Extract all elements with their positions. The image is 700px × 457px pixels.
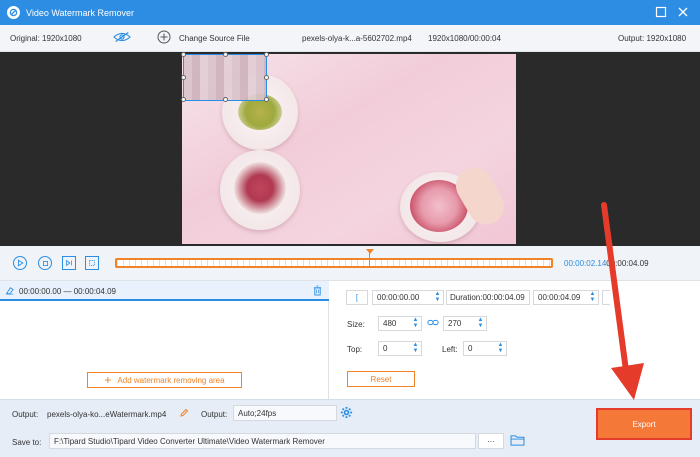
- list-item[interactable]: 00:00:00.00 — 00:00:04.09: [0, 281, 329, 301]
- add-circle-icon[interactable]: [157, 30, 171, 46]
- close-icon[interactable]: [677, 6, 689, 18]
- segment-panel: 00:00:00.00 — 00:00:04.09 + Add watermar…: [0, 281, 329, 399]
- timeline-track[interactable]: [115, 258, 553, 268]
- duration-label: Duration:: [450, 293, 483, 302]
- add-watermark-area-label: Add watermark removing area: [117, 375, 225, 385]
- timecode: 00:00:02.1400:00:04.09: [564, 259, 649, 268]
- link-icon[interactable]: [427, 318, 439, 329]
- export-button[interactable]: Export: [596, 408, 692, 440]
- bottom-bar: Output: pexels-olya-ko...eWatermark.mp4 …: [0, 399, 700, 457]
- source-filename: pexels-olya-k...a-5602702.mp4: [302, 34, 412, 43]
- top-label: Top:: [347, 345, 363, 354]
- left-stepper[interactable]: ▲ ▼: [496, 342, 505, 354]
- folder-icon[interactable]: [510, 434, 525, 448]
- output-format-field[interactable]: Auto;24fps: [233, 405, 337, 421]
- resize-handle[interactable]: [181, 75, 186, 80]
- eye-hidden-icon[interactable]: [113, 31, 131, 45]
- width-stepper[interactable]: ▲ ▼: [411, 317, 420, 329]
- resize-handle[interactable]: [264, 97, 269, 102]
- height-field[interactable]: 270 ▲ ▼: [443, 316, 487, 331]
- maximize-icon[interactable]: [655, 6, 667, 18]
- video-preview: [0, 52, 700, 246]
- resize-handle[interactable]: [181, 52, 186, 57]
- duration-field[interactable]: Duration: 00:00:04.09: [446, 290, 530, 305]
- top-field[interactable]: 0 ▲ ▼: [378, 341, 422, 356]
- size-label: Size:: [347, 320, 365, 329]
- resize-handle[interactable]: [223, 52, 228, 57]
- next-frame-icon[interactable]: [62, 256, 76, 270]
- trash-icon[interactable]: [313, 285, 322, 298]
- edit-pencil-icon[interactable]: [179, 408, 189, 420]
- save-to-label: Save to:: [12, 438, 42, 447]
- plus-icon: +: [104, 373, 112, 387]
- current-time: 00:00:02.14: [564, 259, 607, 268]
- resize-handle[interactable]: [264, 52, 269, 57]
- total-time: 00:00:04.09: [606, 259, 649, 268]
- width-field[interactable]: 480 ▲ ▼: [378, 316, 422, 331]
- source-meta: 1920x1080/00:00:04: [428, 34, 501, 43]
- left-label: Left:: [442, 345, 458, 354]
- watermark-selection-box[interactable]: [181, 52, 269, 102]
- output-filename: pexels-olya-ko...eWatermark.mp4: [47, 410, 167, 419]
- start-time-field[interactable]: 00:00:00.00 ▲ ▼: [372, 290, 444, 305]
- playback-controls: 00:00:02.1400:00:04.09: [0, 246, 700, 281]
- eraser-icon: [5, 286, 14, 297]
- set-start-icon[interactable]: [: [346, 290, 368, 305]
- info-bar: Original: 1920x1080 Change Source File p…: [0, 25, 700, 52]
- save-path-field[interactable]: F:\Tipard Studio\Tipard Video Converter …: [49, 433, 476, 449]
- resize-handle[interactable]: [264, 75, 269, 80]
- reset-button[interactable]: Reset: [347, 371, 415, 387]
- app-logo-icon: [7, 6, 20, 19]
- output-resolution: Output: 1920x1080: [618, 34, 687, 43]
- change-source-button[interactable]: Change Source File: [179, 34, 250, 43]
- add-watermark-area-button[interactable]: + Add watermark removing area: [87, 372, 242, 388]
- resize-handle[interactable]: [181, 97, 186, 102]
- gear-icon[interactable]: [340, 406, 353, 421]
- play-icon[interactable]: [13, 256, 27, 270]
- original-resolution: Original: 1920x1080: [10, 34, 82, 43]
- segment-range: 00:00:00.00 — 00:00:04.09: [19, 287, 116, 296]
- stop-icon[interactable]: [38, 256, 52, 270]
- height-stepper[interactable]: ▲ ▼: [476, 317, 485, 329]
- window-title: Video Watermark Remover: [26, 7, 135, 18]
- top-stepper[interactable]: ▲ ▼: [411, 342, 420, 354]
- title-bar: Video Watermark Remover: [0, 0, 700, 25]
- start-time-stepper[interactable]: ▲ ▼: [433, 291, 442, 303]
- left-field[interactable]: 0 ▲ ▼: [463, 341, 507, 356]
- output-label: Output:: [12, 410, 39, 419]
- playhead[interactable]: [365, 249, 374, 268]
- set-end-icon[interactable]: [602, 290, 610, 305]
- end-time-field[interactable]: 00:00:04.09 ▲ ▼: [533, 290, 599, 305]
- end-time-stepper[interactable]: ▲ ▼: [588, 291, 597, 303]
- crop-frame-icon[interactable]: [85, 256, 99, 270]
- resize-handle[interactable]: [223, 97, 228, 102]
- output-format-label: Output:: [201, 410, 228, 419]
- browse-button[interactable]: ···: [478, 433, 504, 449]
- duration-value: 00:00:04.09: [482, 293, 525, 302]
